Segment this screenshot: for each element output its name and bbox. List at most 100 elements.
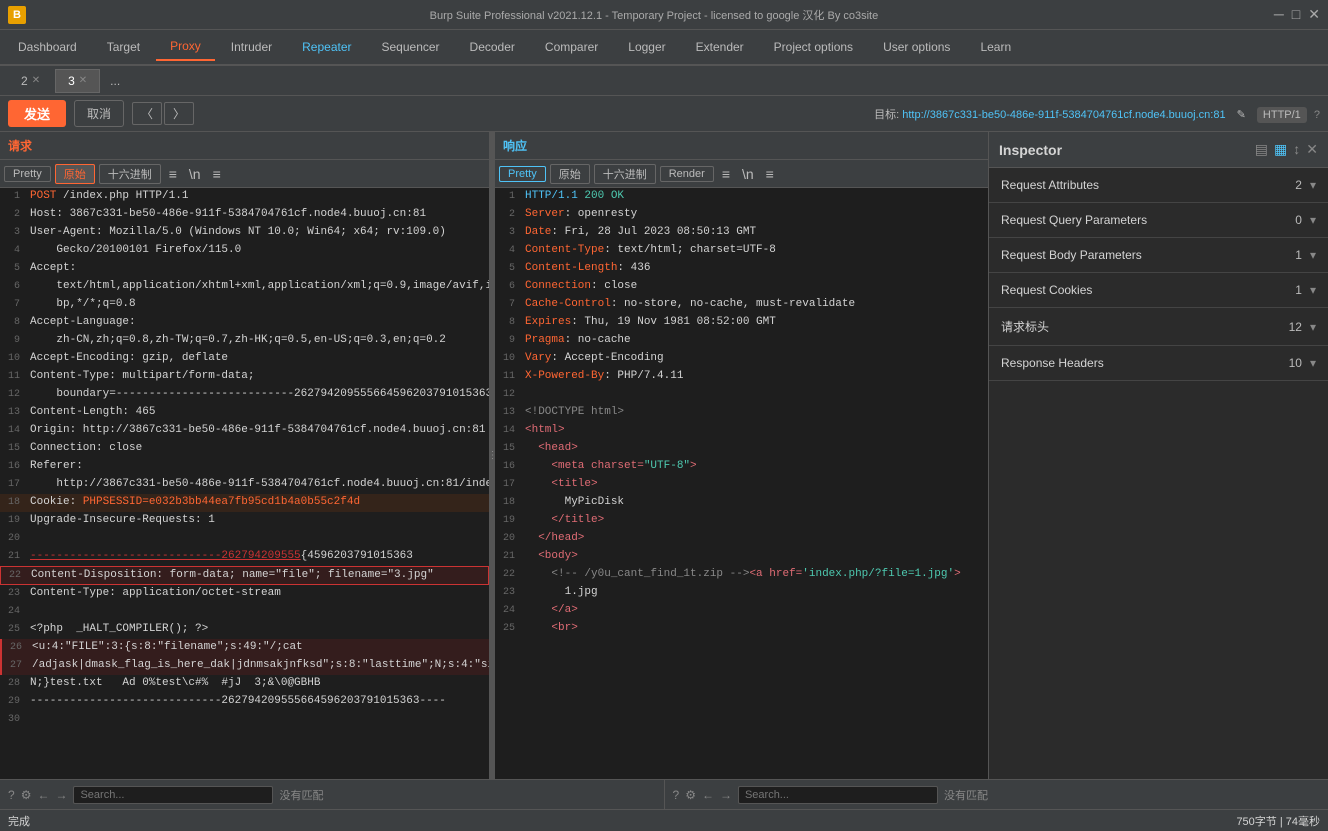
resp-line-13: 13 <!DOCTYPE html> bbox=[495, 404, 988, 422]
response-pretty-btn[interactable]: Pretty bbox=[499, 166, 546, 182]
request-inspector-btn[interactable]: ≡ bbox=[165, 164, 181, 184]
request-menu-btn[interactable]: ≡ bbox=[209, 164, 225, 184]
req-line-2: 2 Host: 3867c331-be50-486e-911f-53847047… bbox=[0, 206, 489, 224]
request-raw-btn[interactable]: 原始 bbox=[55, 164, 95, 184]
tab-target[interactable]: Target bbox=[93, 34, 154, 60]
tab-2-close[interactable]: ✕ bbox=[32, 75, 40, 86]
req-next-icon[interactable]: → bbox=[55, 788, 67, 802]
resp-line-12: 12 bbox=[495, 386, 988, 404]
req-line-23: 23 Content-Type: application/octet-strea… bbox=[0, 585, 489, 603]
resp-next-icon[interactable]: → bbox=[720, 788, 732, 802]
tab-decoder[interactable]: Decoder bbox=[456, 34, 529, 60]
more-tabs-button[interactable]: ... bbox=[102, 70, 128, 92]
response-inspector-btn[interactable]: ≡ bbox=[718, 164, 734, 184]
resp-line-9: 9 Pragma: no-cache bbox=[495, 332, 988, 350]
inspector-row-query-params[interactable]: Request Query Parameters 0 ▾ bbox=[989, 203, 1328, 238]
req-line-20: 20 bbox=[0, 530, 489, 548]
tab-user-options[interactable]: User options bbox=[869, 34, 964, 60]
req-settings-icon[interactable]: ⚙ bbox=[21, 788, 32, 802]
req-line-22: 22 Content-Disposition: form-data; name=… bbox=[0, 566, 489, 585]
minimize-button[interactable]: ─ bbox=[1274, 6, 1284, 23]
titlebar-title: Burp Suite Professional v2021.12.1 - Tem… bbox=[42, 7, 1266, 23]
target-url-bar: 目标: http://3867c331-be50-486e-911f-53847… bbox=[202, 106, 1320, 122]
inspector-row-request-attributes[interactable]: Request Attributes 2 ▾ bbox=[989, 168, 1328, 203]
response-render-btn[interactable]: Render bbox=[660, 166, 714, 182]
request-panel-header: 请求 bbox=[0, 132, 489, 160]
inspector-row-body-params[interactable]: Request Body Parameters 1 ▾ bbox=[989, 238, 1328, 273]
response-hex-btn[interactable]: 十六进制 bbox=[594, 164, 656, 184]
maximize-button[interactable]: □ bbox=[1292, 6, 1300, 23]
resp-line-20: 20 </head> bbox=[495, 530, 988, 548]
tab-project-options[interactable]: Project options bbox=[760, 34, 867, 60]
response-bottom-bar: ? ⚙ ← → 没有匹配 bbox=[665, 780, 1328, 809]
cancel-button[interactable]: 取消 bbox=[74, 100, 124, 127]
response-raw-btn[interactable]: 原始 bbox=[550, 164, 590, 184]
req-line-10: 10 Accept-Encoding: gzip, deflate bbox=[0, 350, 489, 368]
inspector-row-cookies[interactable]: Request Cookies 1 ▾ bbox=[989, 273, 1328, 308]
tab-learn[interactable]: Learn bbox=[966, 34, 1025, 60]
inspector-row-response-headers[interactable]: Response Headers 10 ▾ bbox=[989, 346, 1328, 381]
tab-sequencer[interactable]: Sequencer bbox=[368, 34, 454, 60]
repeater-tab-3[interactable]: 3 ✕ bbox=[55, 69, 100, 93]
response-menu-btn[interactable]: ≡ bbox=[762, 164, 778, 184]
action-bar: 发送 取消 〈 〉 目标: http://3867c331-be50-486e-… bbox=[0, 96, 1328, 132]
help-icon[interactable]: ? bbox=[1314, 109, 1320, 121]
tab-3-close[interactable]: ✕ bbox=[79, 75, 87, 86]
request-search-input[interactable] bbox=[73, 786, 273, 804]
resp-settings-icon[interactable]: ⚙ bbox=[685, 788, 696, 802]
titlebar-controls[interactable]: ─ □ ✕ bbox=[1274, 6, 1320, 23]
prev-arrow[interactable]: 〈 bbox=[132, 102, 162, 125]
request-newline-btn[interactable]: \n bbox=[185, 164, 205, 184]
req-line-29: 29 -----------------------------26279420… bbox=[0, 693, 489, 711]
response-newline-btn[interactable]: \n bbox=[738, 164, 758, 184]
inspector-list-icon[interactable]: ▤ bbox=[1255, 141, 1268, 158]
send-button[interactable]: 发送 bbox=[8, 100, 66, 127]
response-panel: 响应 Pretty 原始 十六进制 Render ≡ \n ≡ 1 HTTP/1… bbox=[495, 132, 988, 779]
repeater-tab-2[interactable]: 2 ✕ bbox=[8, 69, 53, 93]
response-search-input[interactable] bbox=[738, 786, 938, 804]
resp-no-match-label: 没有匹配 bbox=[944, 787, 988, 803]
resp-line-17: 17 <title> bbox=[495, 476, 988, 494]
req-prev-icon[interactable]: ← bbox=[37, 788, 49, 802]
resp-line-1: 1 HTTP/1.1 200 OK bbox=[495, 188, 988, 206]
resp-help-icon[interactable]: ? bbox=[673, 788, 680, 802]
resp-line-24: 24 </a> bbox=[495, 602, 988, 620]
resp-line-22: 22 <!-- /y0u_cant_find_1t.zip --><a href… bbox=[495, 566, 988, 584]
resp-line-6: 6 Connection: close bbox=[495, 278, 988, 296]
tab-logger[interactable]: Logger bbox=[614, 34, 679, 60]
resp-line-8: 8 Expires: Thu, 19 Nov 1981 08:52:00 GMT bbox=[495, 314, 988, 332]
response-code-area[interactable]: 1 HTTP/1.1 200 OK 2 Server: openresty 3 … bbox=[495, 188, 988, 779]
request-pretty-btn[interactable]: Pretty bbox=[4, 166, 51, 182]
req-line-24: 24 bbox=[0, 603, 489, 621]
request-panel-title: 请求 bbox=[8, 137, 32, 154]
request-bottom-bar: ? ⚙ ← → 没有匹配 bbox=[0, 780, 665, 809]
inspector-title: Inspector bbox=[999, 142, 1255, 158]
tab-proxy[interactable]: Proxy bbox=[156, 33, 215, 61]
inspector-panel: Inspector ▤ ▦ ↕ ✕ Request Attributes 2 ▾… bbox=[988, 132, 1328, 779]
tab-intruder[interactable]: Intruder bbox=[217, 34, 286, 60]
req-line-11: 11 Content-Type: multipart/form-data; bbox=[0, 368, 489, 386]
bottom-bars: ? ⚙ ← → 没有匹配 ? ⚙ ← → 没有匹配 bbox=[0, 779, 1328, 809]
request-panel: 请求 Pretty 原始 十六进制 ≡ \n ≡ 1 POST /index.p… bbox=[0, 132, 490, 779]
resp-line-11: 11 X-Powered-By: PHP/7.4.11 bbox=[495, 368, 988, 386]
inspector-sort-icon[interactable]: ↕ bbox=[1293, 141, 1300, 158]
next-arrow[interactable]: 〉 bbox=[164, 102, 194, 125]
req-help-icon[interactable]: ? bbox=[8, 788, 15, 802]
tab-dashboard[interactable]: Dashboard bbox=[4, 34, 91, 60]
req-line-25: 25 <?php _HALT_COMPILER(); ?> bbox=[0, 621, 489, 639]
http-version-badge[interactable]: HTTP/1 bbox=[1257, 107, 1307, 123]
inspector-row-request-headers[interactable]: 请求标头 12 ▾ bbox=[989, 308, 1328, 346]
response-panel-toolbar: Pretty 原始 十六进制 Render ≡ \n ≡ bbox=[495, 160, 988, 188]
tab-extender[interactable]: Extender bbox=[682, 34, 758, 60]
inspector-close-icon[interactable]: ✕ bbox=[1306, 141, 1318, 158]
edit-target-icon[interactable]: ✎ bbox=[1237, 109, 1246, 121]
inspector-grid-icon[interactable]: ▦ bbox=[1274, 141, 1287, 158]
inspector-icons: ▤ ▦ ↕ ✕ bbox=[1255, 141, 1318, 158]
resp-line-18: 18 MyPicDisk bbox=[495, 494, 988, 512]
tab-repeater[interactable]: Repeater bbox=[288, 34, 365, 60]
tab-comparer[interactable]: Comparer bbox=[531, 34, 612, 60]
request-hex-btn[interactable]: 十六进制 bbox=[99, 164, 161, 184]
request-code-area[interactable]: 1 POST /index.php HTTP/1.1 2 Host: 3867c… bbox=[0, 188, 489, 779]
resp-prev-icon[interactable]: ← bbox=[702, 788, 714, 802]
close-button[interactable]: ✕ bbox=[1308, 6, 1320, 23]
